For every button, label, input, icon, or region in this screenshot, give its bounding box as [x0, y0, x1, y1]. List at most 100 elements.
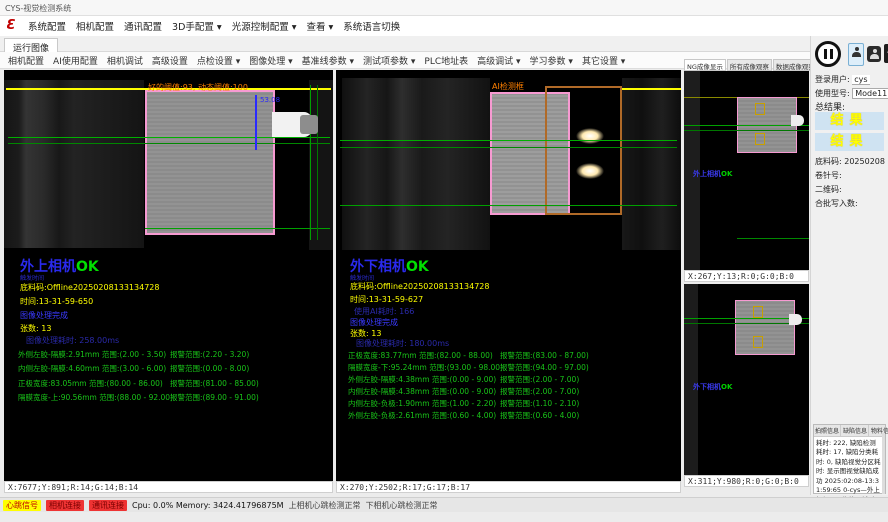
barcode-text: 底料码:Offline20250208133134728 — [20, 282, 159, 293]
tool-ai-config[interactable]: AI使用配置 — [53, 54, 98, 67]
machine-background-left — [342, 78, 490, 250]
camera-title: 外上相机 — [693, 170, 721, 178]
defect-mark — [755, 103, 765, 115]
menu-language-switch[interactable]: 系统语言切换 — [343, 19, 400, 33]
menu-3d-config[interactable]: 3D手配置 ▾ — [172, 19, 222, 33]
login-user-value[interactable]: cys — [852, 75, 869, 85]
material-code-label: 底料码: — [815, 157, 842, 166]
measurement-row: 外侧左胶-负极:2.61mm 范围:(0.60 - 4.00) — [348, 410, 496, 421]
defect-mark — [753, 306, 763, 318]
user-login-button[interactable] — [848, 43, 864, 66]
tab-defect-info[interactable]: 缺陷信息 — [842, 425, 869, 436]
trigger-label: 触发时间 — [20, 273, 44, 282]
tool-image-process[interactable]: 图像处理 ▾ — [249, 54, 292, 67]
cpu-memory-text: Cpu: 0.0% Memory: 3424.41796875M — [132, 501, 284, 510]
alarm-range: 报警范围:(1.10 - 2.10) — [500, 398, 579, 409]
tool-camera-debug[interactable]: 相机调试 — [107, 54, 143, 67]
user-account-button[interactable] — [867, 46, 881, 62]
measure-line-h2 — [340, 147, 677, 148]
alarm-range: 报警范围:(2.20 - 3.20) — [170, 349, 249, 360]
reference-line-yellow — [620, 88, 681, 90]
measure-line-h1 — [8, 137, 330, 138]
cell-image — [735, 300, 795, 355]
pixel-coords-lower: X:270;Y:2502;R:17;G:17;B:17 — [336, 481, 681, 493]
comm-link-badge: 通讯连接 — [89, 500, 127, 511]
defect-mark — [753, 336, 763, 348]
pause-button[interactable] — [815, 41, 841, 67]
result-badge-lower: 结果 — [815, 133, 884, 151]
tool-other-settings[interactable]: 其它设置 ▾ — [582, 54, 625, 67]
heartbeat-badge: 心跳信号 — [3, 500, 41, 511]
ai-detection-box — [545, 86, 622, 215]
measure-line-h2 — [8, 143, 330, 144]
menu-camera-config[interactable]: 相机配置 — [76, 19, 114, 33]
tab-ng-display[interactable]: NG成像显示 — [684, 59, 726, 71]
alarm-range: 报警范围:(81.00 - 85.00) — [170, 378, 259, 389]
app-window: CYS-视觉检测系统 Ɛ 系统配置 相机配置 通讯配置 3D手配置 ▾ 光源控制… — [0, 0, 888, 522]
tool-spot-check[interactable]: 点检设置 ▾ — [197, 54, 240, 67]
info-scrollbar[interactable] — [882, 433, 885, 494]
tab-connector — [791, 115, 804, 126]
page-tabs: 运行图像 — [0, 36, 888, 52]
login-user-label: 登录用户: — [815, 75, 850, 84]
tool-plc-table[interactable]: PLC地址表 — [424, 54, 468, 67]
exit-button[interactable]: ⇥ — [884, 44, 888, 63]
measurement-row: 隔膜宽度-下:95.24mm 范围:(93.00 - 98.00) — [348, 362, 503, 373]
user-icon — [852, 47, 861, 56]
info-log-panel: 拍照信息 缺陷信息 物料信息 耗时: 222, 缺陷检测耗时: 17, 缺陷分类… — [813, 424, 886, 494]
camera-status: OK — [76, 259, 99, 275]
alarm-range: 报警范围:(2.00 - 7.00) — [500, 374, 579, 385]
measure-line-h3 — [737, 238, 809, 239]
tool-test-params[interactable]: 测试项参数 ▾ — [363, 54, 415, 67]
camera-view-lower[interactable]: AI检测框 外下相机OK 触发时间 底料码:Offline20250208133… — [336, 70, 681, 481]
measure-line-h2 — [684, 130, 809, 131]
measurement-row: 内侧左胶-隔膜:4.60mm 范围:(3.00 - 6.00) — [18, 363, 166, 374]
menu-light-config[interactable]: 光源控制配置 ▾ — [232, 19, 297, 33]
measure-line-v2 — [317, 85, 318, 240]
caliper-value: 53.08 — [260, 96, 280, 104]
model-value[interactable]: Mode11 — [852, 88, 888, 99]
pixel-coords-ng-upper: X:267;Y:13;R:0;G:0;B:0 — [684, 270, 809, 282]
menu-comm-config[interactable]: 通讯配置 — [124, 19, 162, 33]
measurement-row: 外侧左胶-隔膜:4.38mm 范围:(0.00 - 9.00) — [348, 374, 496, 385]
ng-preview-lower[interactable]: 外下相机OK — [684, 284, 809, 475]
alarm-range: 报警范围:(0.00 - 8.00) — [170, 363, 249, 374]
tab-connector — [789, 314, 802, 325]
time-text: 时间:13-31-59-650 — [20, 296, 93, 307]
measurement-row: 正极宽度:83.05mm 范围:(80.00 - 86.00) — [18, 378, 163, 389]
tool-camera-config[interactable]: 相机配置 — [8, 54, 44, 67]
tool-baseline-params[interactable]: 基准线参数 ▾ — [302, 54, 354, 67]
tool-learning-params[interactable]: 学习参数 ▾ — [530, 54, 573, 67]
menu-view[interactable]: 查看 ▾ — [307, 19, 334, 33]
camera-link-badge: 相机连接 — [46, 500, 84, 511]
alarm-range: 报警范围:(83.00 - 87.00) — [500, 350, 589, 361]
pixel-coords-upper: X:7677;Y:891;R:14;G:14;B:14 — [4, 481, 333, 493]
tab-material-info[interactable]: 物料信息 — [870, 425, 888, 436]
tab-photo-info[interactable]: 拍照信息 — [814, 425, 841, 436]
pixel-coords-ng-lower: X:311;Y:980;R:0;G:0;B:0 — [684, 475, 809, 487]
measurement-row: 内侧左胶-负极:1.90mm 范围:(1.00 - 2.20) — [348, 398, 496, 409]
tab-all-images[interactable]: 所有成像观察 — [727, 59, 772, 71]
tab-connector-tip — [300, 115, 318, 134]
frame-count-text: 张数: 13 — [20, 323, 51, 334]
menu-system-config[interactable]: 系统配置 — [28, 19, 66, 33]
status-bar: 心跳信号 相机连接 通讯连接 Cpu: 0.0% Memory: 3424.41… — [0, 497, 888, 512]
lower-camera-heartbeat-text: 下相机心跳检测正常 — [366, 500, 438, 511]
camera-view-upper[interactable]: 53.08 好的阈值:93, 动态阈值:100 外上相机OK 触发时间 底料码:… — [4, 70, 333, 481]
tool-advanced-debug[interactable]: 高级调试 ▾ — [477, 54, 520, 67]
info-tabs: 拍照信息 缺陷信息 物料信息 — [814, 425, 885, 437]
barcode-text: 底料码:Offline20250208133134728 — [350, 281, 489, 292]
ai-box-label: AI检测框 — [492, 81, 524, 92]
alarm-range: 报警范围:(0.60 - 4.00) — [500, 410, 579, 421]
measurement-row: 隔膜宽度-上:90.56mm 范围:(88.00 - 92.00) — [18, 392, 173, 403]
menu-bar: Ɛ 系统配置 相机配置 通讯配置 3D手配置 ▾ 光源控制配置 ▾ 查看 ▾ 系… — [0, 16, 888, 36]
ng-view-tabs: NG成像显示 所有成像观察 数据成像观察 — [684, 59, 809, 71]
control-buttons: ⇥ — [814, 40, 886, 70]
material-code-value: 20250208 — [844, 157, 885, 166]
tool-advanced-settings[interactable]: 高级设置 — [152, 54, 188, 67]
upper-camera-heartbeat-text: 上相机心跳检测正常 — [289, 500, 361, 511]
ng-preview-upper[interactable]: 外上相机OK — [684, 71, 809, 270]
camera-status: OK — [721, 383, 732, 391]
measurement-row: 外侧左胶-隔膜:2.91mm 范围:(2.00 - 3.50) — [18, 349, 166, 360]
user-dark-icon — [870, 49, 879, 58]
